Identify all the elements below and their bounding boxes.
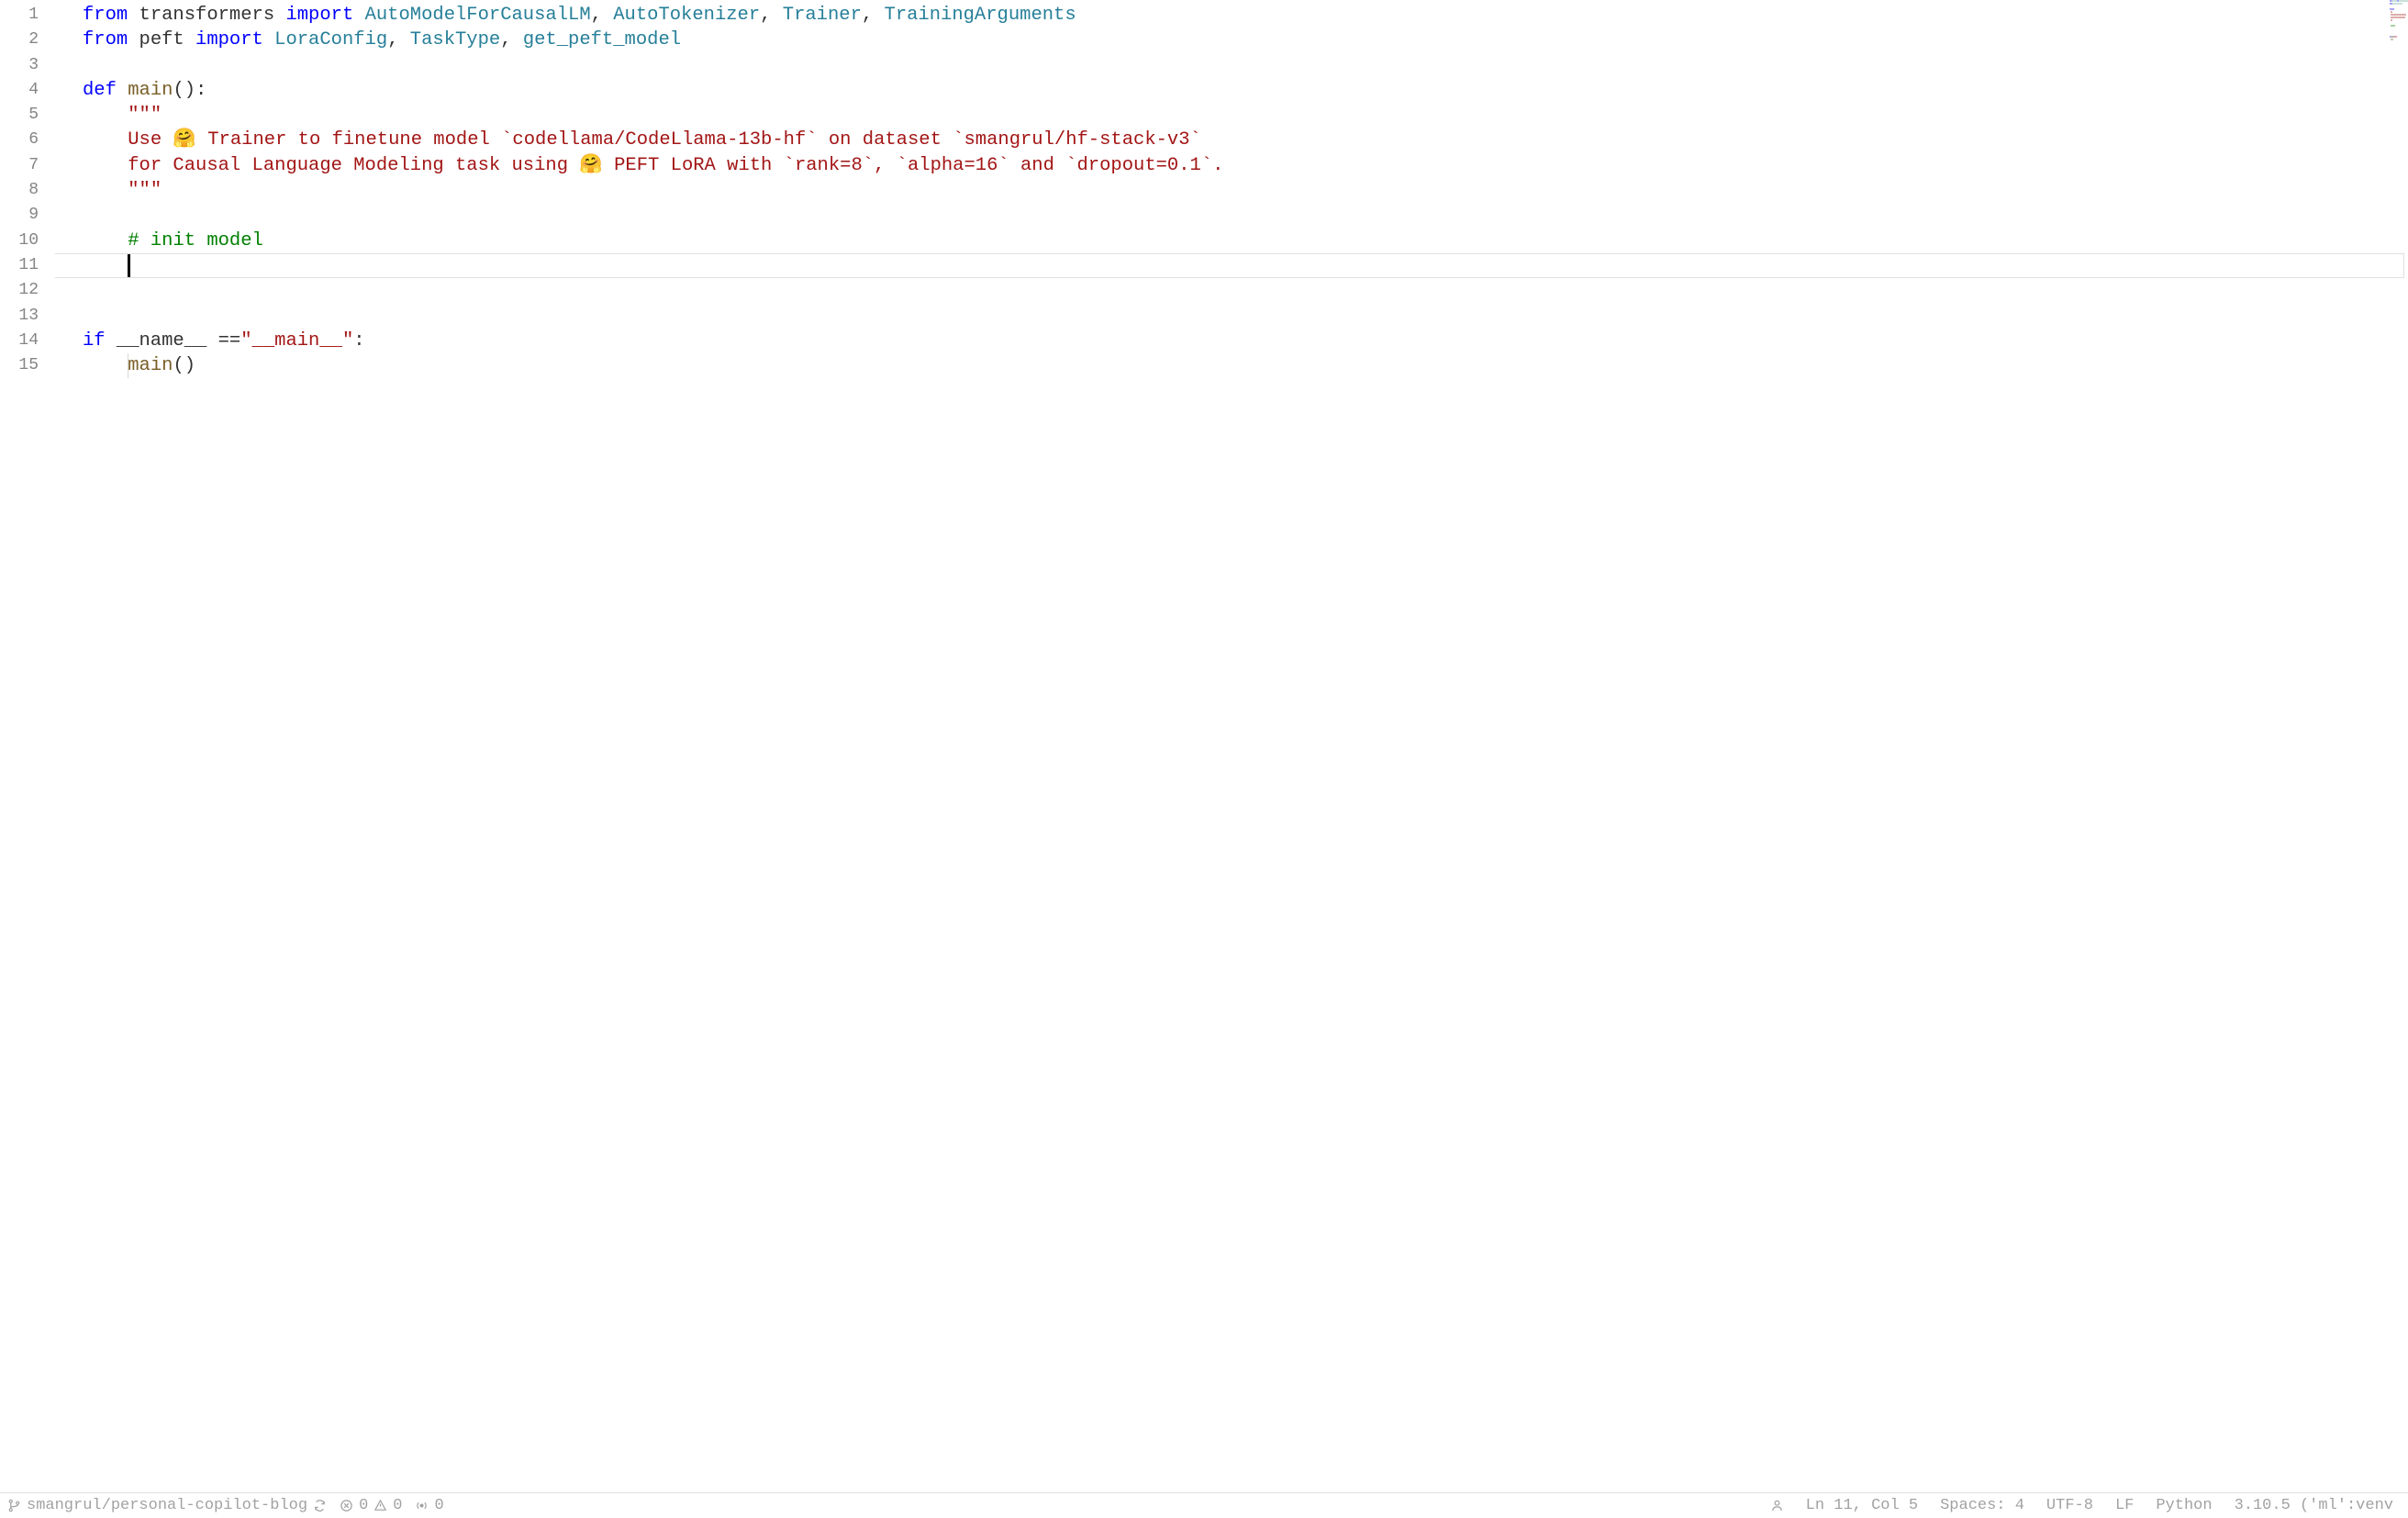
line-number: 6 xyxy=(0,128,39,152)
code-line[interactable]: from peft import LoraConfig, TaskType, g… xyxy=(83,28,2408,52)
ports-count: 0 xyxy=(434,1497,443,1514)
ports[interactable]: 0 xyxy=(415,1497,443,1514)
code-line[interactable]: if __name__ =="__main__": xyxy=(83,329,2408,353)
language-mode[interactable]: Python xyxy=(2156,1497,2212,1514)
error-icon xyxy=(340,1499,353,1512)
code-line[interactable]: def main(): xyxy=(83,78,2408,103)
line-number: 15 xyxy=(0,353,39,378)
line-number: 8 xyxy=(0,178,39,203)
line-number-gutter: 1 2 3 4 5 6 7 8 9 10 11 12 13 14 15 xyxy=(0,0,55,1492)
code-line[interactable]: """ xyxy=(83,178,2408,203)
code-editor[interactable]: from transformers import AutoModelForCau… xyxy=(55,0,2408,1492)
line-number: 4 xyxy=(0,78,39,103)
editor-container: 1 2 3 4 5 6 7 8 9 10 11 12 13 14 15 from… xyxy=(0,0,2408,1492)
status-bar: smangrul/personal-copilot-blog 0 0 0 Ln … xyxy=(0,1492,2408,1518)
line-number: 5 xyxy=(0,103,39,128)
sync-icon xyxy=(313,1499,327,1512)
line-number: 11 xyxy=(0,253,39,278)
live-share[interactable] xyxy=(1770,1499,1784,1512)
line-number: 3 xyxy=(0,53,39,78)
code-line[interactable]: # init model xyxy=(83,229,2408,253)
line-number: 10 xyxy=(0,229,39,253)
line-number: 1 xyxy=(0,3,39,28)
radio-icon xyxy=(415,1499,429,1512)
encoding[interactable]: UTF-8 xyxy=(2046,1497,2093,1514)
line-number: 13 xyxy=(0,304,39,329)
eol[interactable]: LF xyxy=(2115,1497,2134,1514)
git-branch[interactable]: smangrul/personal-copilot-blog xyxy=(7,1497,327,1514)
code-line[interactable]: """ xyxy=(83,103,2408,128)
code-line[interactable] xyxy=(83,304,2408,329)
branch-icon xyxy=(7,1499,21,1512)
code-line[interactable]: from transformers import AutoModelForCau… xyxy=(83,3,2408,28)
line-number: 2 xyxy=(0,28,39,52)
python-env[interactable]: 3.10.5 ('ml':venv xyxy=(2235,1497,2393,1514)
code-line[interactable]: main() xyxy=(83,353,2408,378)
code-line[interactable]: for Causal Language Modeling task using … xyxy=(83,153,2408,178)
problems[interactable]: 0 0 xyxy=(340,1497,402,1514)
line-number: 12 xyxy=(0,278,39,303)
line-number: 9 xyxy=(0,203,39,228)
cursor-position[interactable]: Ln 11, Col 5 xyxy=(1806,1497,1918,1514)
line-number: 7 xyxy=(0,153,39,178)
code-line[interactable] xyxy=(83,278,2408,303)
code-line[interactable] xyxy=(83,53,2408,78)
code-line[interactable] xyxy=(83,203,2408,228)
warning-icon xyxy=(373,1499,387,1512)
branch-name: smangrul/personal-copilot-blog xyxy=(27,1497,307,1514)
indentation[interactable]: Spaces: 4 xyxy=(1940,1497,2024,1514)
error-count: 0 xyxy=(359,1497,368,1514)
code-line[interactable]: Use 🤗 Trainer to finetune model `codella… xyxy=(83,128,2408,152)
code-line[interactable] xyxy=(83,253,2408,278)
person-icon xyxy=(1770,1499,1784,1512)
line-number: 14 xyxy=(0,329,39,353)
warning-count: 0 xyxy=(393,1497,402,1514)
